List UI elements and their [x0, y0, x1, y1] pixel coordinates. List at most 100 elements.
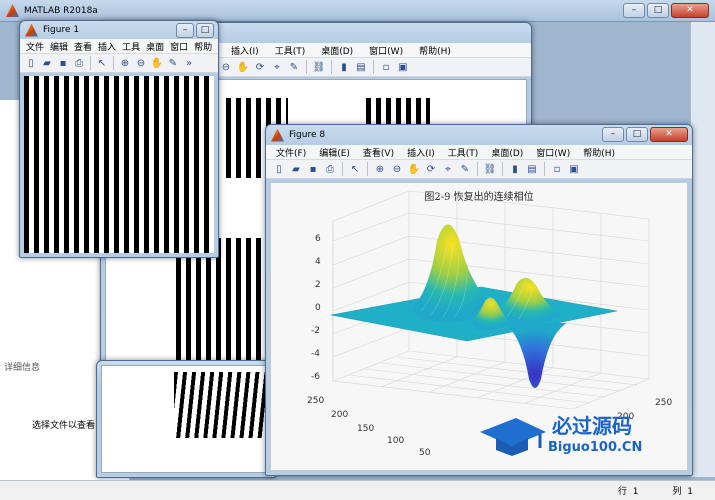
z-tick: -6	[311, 372, 320, 382]
toolbar-overflow[interactable]: »	[182, 56, 196, 70]
zoom-in-icon[interactable]: ⊕	[118, 56, 132, 70]
menu-help[interactable]: 帮助	[194, 40, 212, 53]
y-axis: 250 200 150 100 50	[307, 396, 431, 458]
rotate-icon[interactable]: ⟳	[253, 60, 267, 74]
figure1-maximize[interactable]: □	[196, 23, 214, 38]
menu-window[interactable]: 窗口(W)	[536, 146, 570, 159]
z-tick: 4	[315, 257, 321, 267]
z-tick: 6	[315, 234, 321, 244]
menu-view[interactable]: 查看(V)	[363, 146, 394, 159]
brush-icon[interactable]: ✎	[166, 56, 180, 70]
matlab-desktop-edge	[690, 22, 715, 477]
link-icon[interactable]: ⛓	[312, 60, 326, 74]
menu-file[interactable]: 文件	[26, 40, 44, 53]
y-tick: 200	[331, 410, 348, 420]
figure8-minimize[interactable]: –	[602, 127, 624, 142]
zoom-in-icon[interactable]: ⊕	[373, 162, 387, 176]
select-arrow-icon[interactable]: ↖	[95, 56, 109, 70]
hide-plot-tools-icon[interactable]: ▫	[550, 162, 564, 176]
row-indicator: 行 1	[618, 487, 639, 497]
zoom-out-icon[interactable]: ⊖	[390, 162, 404, 176]
z-axis: 6 4 2 0 -2 -4 -6	[311, 234, 321, 382]
pan-icon[interactable]: ✋	[236, 60, 250, 74]
colorbar-icon[interactable]: ▮	[508, 162, 522, 176]
rotate-icon[interactable]: ⟳	[424, 162, 438, 176]
details-panel-header: 详细信息	[4, 363, 41, 373]
show-plot-tools-icon[interactable]: ▣	[567, 162, 581, 176]
pan-icon[interactable]: ✋	[150, 56, 164, 70]
fringe-image-bottom	[174, 372, 274, 438]
pan-icon[interactable]: ✋	[407, 162, 421, 176]
z-tick: 0	[315, 303, 321, 313]
matlab-logo-icon	[6, 4, 19, 17]
watermark-url: Biguo100.CN	[548, 440, 643, 455]
save-icon[interactable]: ▪	[306, 162, 320, 176]
brush-icon[interactable]: ✎	[287, 60, 301, 74]
figure-window-bottom[interactable]	[96, 360, 276, 478]
print-icon[interactable]: ⎙	[72, 56, 86, 70]
menu-help[interactable]: 帮助(H)	[419, 44, 451, 57]
menu-window[interactable]: 窗口(W)	[369, 44, 403, 57]
z-tick: 2	[315, 280, 321, 290]
data-cursor-icon[interactable]: ⌖	[441, 162, 455, 176]
menu-insert[interactable]: 插入	[98, 40, 116, 53]
figure8-maximize[interactable]: □	[626, 127, 648, 142]
hide-plot-tools-icon[interactable]: ▫	[379, 60, 393, 74]
open-icon[interactable]: ▰	[40, 56, 54, 70]
zoom-out-icon[interactable]: ⊖	[219, 60, 233, 74]
menu-edit[interactable]: 编辑(E)	[319, 146, 350, 159]
open-icon[interactable]: ▰	[289, 162, 303, 176]
legend-icon[interactable]: ▤	[525, 162, 539, 176]
menu-desktop[interactable]: 桌面(D)	[321, 44, 353, 57]
z-tick: -2	[311, 326, 320, 336]
menu-tools[interactable]: 工具	[122, 40, 140, 53]
menu-edit[interactable]: 编辑	[50, 40, 68, 53]
menu-help[interactable]: 帮助(H)	[583, 146, 615, 159]
menu-file[interactable]: 文件(F)	[276, 146, 306, 159]
y-tick: 150	[357, 424, 374, 434]
maximize-button[interactable]: □	[647, 3, 669, 18]
save-icon[interactable]: ▪	[56, 56, 70, 70]
fringe-image-figure1	[24, 76, 214, 253]
matlab-statusbar: 行 1 列 1	[0, 480, 715, 500]
figure1-minimize[interactable]: –	[176, 23, 194, 38]
new-figure-icon[interactable]: ▯	[24, 56, 38, 70]
menu-tools[interactable]: 工具(T)	[275, 44, 306, 57]
colorbar-icon[interactable]: ▮	[337, 60, 351, 74]
menu-tools[interactable]: 工具(T)	[448, 146, 479, 159]
y-tick: 50	[419, 448, 431, 458]
col-indicator: 列 1	[672, 487, 693, 497]
figure8-close[interactable]: ✕	[650, 127, 688, 142]
legend-icon[interactable]: ▤	[354, 60, 368, 74]
menu-desktop[interactable]: 桌面	[146, 40, 164, 53]
link-icon[interactable]: ⛓	[483, 162, 497, 176]
graduation-cap-icon	[480, 418, 546, 456]
figure8-title: Figure 8	[289, 130, 326, 140]
y-tick: 250	[307, 396, 324, 406]
matlab-title: MATLAB R2018a	[24, 5, 98, 16]
print-icon[interactable]: ⎙	[323, 162, 337, 176]
watermark-text: 必过源码	[552, 414, 632, 438]
figure1-title: Figure 1	[43, 25, 80, 35]
zoom-out-icon[interactable]: ⊖	[134, 56, 148, 70]
figure1-window[interactable]: Figure 1 – □ 文件 编辑 查看 插入 工具 桌面 窗口 帮助 ▯ ▰…	[19, 20, 219, 258]
select-arrow-icon[interactable]: ↖	[348, 162, 362, 176]
data-cursor-icon[interactable]: ⌖	[270, 60, 284, 74]
matlab-titlebar[interactable]: MATLAB R2018a – □ ✕	[0, 0, 715, 22]
watermark: 必过源码 Biguo100.CN	[478, 408, 678, 468]
minimize-button[interactable]: –	[623, 3, 645, 18]
menu-insert[interactable]: 插入(I)	[231, 44, 259, 57]
menu-view[interactable]: 查看	[74, 40, 92, 53]
y-tick: 100	[387, 436, 404, 446]
menu-insert[interactable]: 插入(I)	[407, 146, 435, 159]
close-button[interactable]: ✕	[671, 3, 709, 18]
new-figure-icon[interactable]: ▯	[272, 162, 286, 176]
figure-icon	[271, 128, 284, 142]
details-message: 选择文件以查看	[32, 421, 96, 431]
menu-desktop[interactable]: 桌面(D)	[491, 146, 523, 159]
brush-icon[interactable]: ✎	[458, 162, 472, 176]
show-plot-tools-icon[interactable]: ▣	[396, 60, 410, 74]
menu-window[interactable]: 窗口	[170, 40, 188, 53]
x-tick: 250	[655, 398, 672, 408]
surface-main-peak	[411, 224, 493, 323]
